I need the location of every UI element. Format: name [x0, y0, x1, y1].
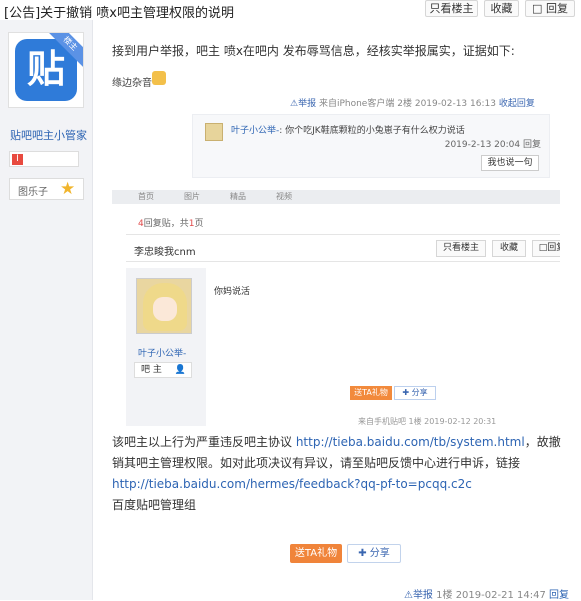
title-bar: [公告]关于撤销 喷x吧主管理权限的说明 只看楼主 收藏 □ 回复 [0, 0, 581, 21]
evidence2-post-text: 你妈说活 [214, 287, 251, 297]
evidence1-reply-avatar [205, 123, 223, 141]
evidence2-meta: 来自手机贴吧 1楼 2019-02-12 20:31 [358, 417, 497, 426]
plus-icon: ✚ [358, 548, 367, 559]
post-reply-link[interactable]: 回复 [549, 590, 569, 601]
evidence2-username: 叶子小公举- [138, 349, 187, 359]
evidence1-reply-text: 叶子小公举-: 你个吃JK鞋底颗粒的小兔崽子有什么权力说话 [231, 126, 465, 136]
evidence2-sidebar: 叶子小公举- 吧 主 👤 [126, 268, 206, 426]
reply-button-label: 回复 [545, 2, 568, 15]
evidence1-source: 来自iPhone客户端 [318, 99, 395, 109]
evidence2-nav: 首页 图片 精品 视频 [112, 190, 560, 204]
evidence1-say-button: 我也说一句 [481, 155, 539, 171]
evidence2-share-button: ✚ 分享 [394, 386, 436, 400]
author-name[interactable]: 贴吧吧主小管家 [10, 127, 87, 143]
evidence2-avatar [136, 278, 192, 334]
post-time: 2019-02-21 14:47 [455, 590, 546, 601]
share-button[interactable]: ✚ 分享 [347, 544, 401, 563]
fan-badge[interactable]: 图乐子 ★ [9, 178, 84, 200]
agreement-link[interactable]: http://tieba.baidu.com/tb/system.html [296, 435, 525, 449]
evidence1-meta: ⚠举报 来自iPhone客户端 2楼 2019-02-13 16:13 收起回复 [290, 96, 535, 109]
floor-number: 1楼 [436, 590, 453, 601]
post-body: 该吧主以上行为严重违反吧主协议 http://tieba.baidu.com/t… [112, 432, 572, 516]
star-icon: ★ [60, 179, 76, 199]
feedback-link[interactable]: http://tieba.baidu.com/hermes/feedback?q… [112, 477, 472, 491]
evidence2-title-bar: 李忠睃我cnm 只看楼主 收藏 □回复 [126, 234, 560, 262]
evidence2-reply: □回复 [532, 240, 560, 257]
fan-badge-label: 图乐子 [18, 187, 48, 198]
reply-button[interactable]: □ 回复 [525, 0, 575, 17]
author-sidebar: 贴 楼主 贴吧吧主小管家 I 图乐子 ★ [0, 20, 93, 600]
evidence2-role-badge: 吧 主 👤 [134, 362, 192, 378]
evidence1-floor: 2楼 [397, 99, 412, 109]
evidence1-time: 2019-02-13 16:13 [414, 99, 496, 109]
person-icon: 👤 [174, 365, 186, 375]
send-gift-button[interactable]: 送TA礼物 [290, 544, 342, 563]
evidence2-gift-button: 送TA礼物 [350, 386, 392, 400]
comment-icon: □ [532, 2, 543, 15]
evidence2-favorite: 收藏 [492, 240, 526, 257]
evidence2-thread-title: 李忠睃我cnm [134, 247, 196, 258]
evidence1-reply-time: 2019-2-13 20:04 回复 [444, 140, 541, 150]
evidence-screenshot-1: 缘边杂音 ⚠举报 来自iPhone客户端 2楼 2019-02-13 16:13… [112, 68, 552, 182]
evidence-screenshot-2: 首页 图片 精品 视频 4回复贴，共1页 李忠睃我cnm 只看楼主 收藏 □回复… [112, 190, 560, 426]
post-intro: 接到用户举报，吧主 喷x在吧内 发布辱骂信息，经核实举报属实，证据如下: [112, 44, 515, 58]
level-mark: I [12, 154, 23, 165]
favorite-button[interactable]: 收藏 [484, 0, 519, 17]
emoji-icon [152, 71, 166, 85]
evidence2-only-op: 只看楼主 [436, 240, 486, 257]
post-footer: ⚠举报 1楼 2019-02-21 14:47 回复 [404, 586, 569, 601]
thread-title: [公告]关于撤销 喷x吧主管理权限的说明 [4, 6, 234, 21]
level-badge: I [9, 151, 79, 167]
warning-icon: ⚠ [403, 590, 413, 601]
signature: 百度贴吧管理组 [112, 498, 197, 512]
share-label: 分享 [369, 548, 390, 559]
evidence1-collapse: 收起回复 [498, 99, 535, 109]
avatar[interactable]: 贴 楼主 [8, 32, 84, 108]
body-line1: 该吧主以上行为严重违反吧主协议 [112, 435, 296, 449]
fragment-text: 缘边杂音 [112, 78, 152, 89]
evidence2-reply-count: 4回复贴，共1页 [138, 219, 204, 229]
report-link[interactable]: ⚠举报 [404, 590, 433, 601]
only-op-button[interactable]: 只看楼主 [425, 0, 478, 17]
evidence1-reply-box: 叶子小公举-: 你个吃JK鞋底颗粒的小兔崽子有什么权力说话 2019-2-13 … [192, 114, 550, 178]
evidence1-report: ⚠举报 [290, 99, 317, 109]
